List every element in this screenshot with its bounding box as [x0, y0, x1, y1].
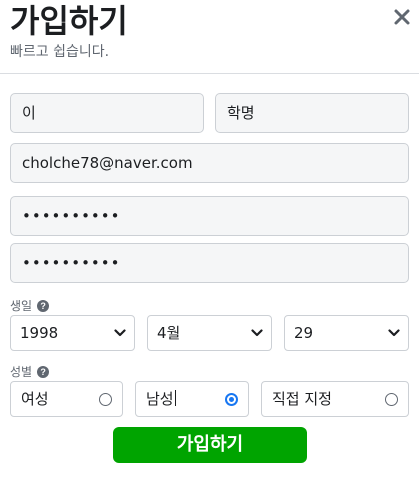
password-field[interactable]: •••••••••• [10, 196, 409, 236]
gender-option-female[interactable]: 여성 [10, 381, 123, 417]
chevron-down-icon [114, 329, 126, 337]
birth-month-value: 4월 [157, 324, 181, 342]
birth-day-value: 29 [294, 324, 314, 342]
help-icon[interactable]: ? [37, 299, 50, 312]
radio-button[interactable] [225, 393, 238, 406]
password-confirm-field[interactable]: •••••••••• [10, 243, 409, 283]
help-icon[interactable]: ? [37, 365, 50, 378]
text-cursor [174, 390, 176, 406]
gender-label: 성별 [10, 365, 33, 379]
chevron-down-icon [388, 329, 400, 337]
page-subtitle: 빠르고 쉽습니다. [10, 44, 110, 60]
signup-button[interactable]: 가입하기 [113, 427, 307, 463]
birthday-label: 생일 [10, 299, 33, 313]
gender-option-label: 여성 [21, 390, 49, 408]
gender-label-row: 성별 ? [10, 363, 50, 380]
email-field[interactable]: cholche78@naver.com [10, 143, 409, 183]
last-name-field[interactable]: 이 [10, 93, 204, 133]
radio-button[interactable] [99, 393, 112, 406]
first-name-field[interactable]: 학명 [215, 93, 409, 133]
gender-option-custom[interactable]: 직접 지정 [261, 381, 409, 417]
page-title: 가입하기 [10, 2, 128, 40]
gender-option-male[interactable]: 남성 [135, 381, 249, 417]
birth-month-select[interactable]: 4월 [147, 315, 272, 351]
birth-year-value: 1998 [20, 324, 59, 342]
signup-header: 가입하기 빠르고 쉽습니다. [0, 0, 419, 74]
birth-year-select[interactable]: 1998 [10, 315, 135, 351]
birth-day-select[interactable]: 29 [284, 315, 409, 351]
chevron-down-icon [251, 329, 263, 337]
gender-option-label: 직접 지정 [272, 390, 332, 408]
radio-button[interactable] [385, 393, 398, 406]
close-icon[interactable] [391, 6, 413, 28]
gender-option-label: 남성 [146, 390, 174, 408]
birthday-label-row: 생일 ? [10, 297, 50, 314]
